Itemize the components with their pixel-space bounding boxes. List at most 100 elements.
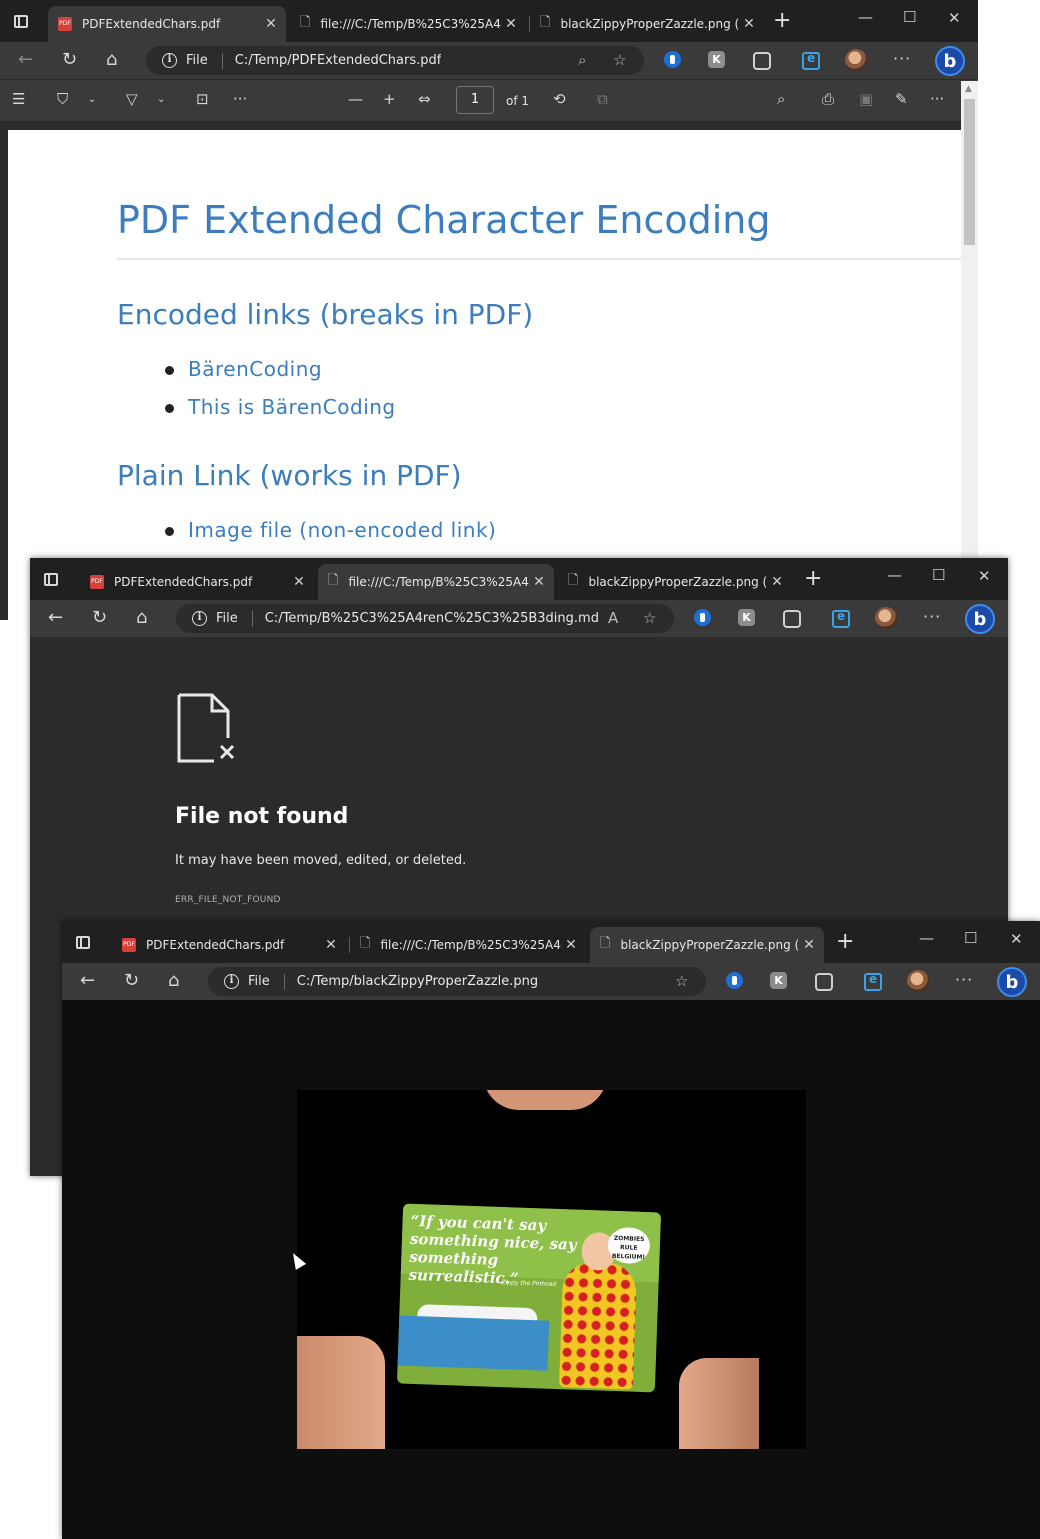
chevron-down-icon[interactable]: ⌄ <box>157 94 165 105</box>
refresh-icon[interactable]: ↻ <box>62 49 77 71</box>
tab-actions-icon[interactable] <box>14 15 28 28</box>
back-icon[interactable]: ← <box>18 49 33 71</box>
save-as-icon[interactable]: ✎ <box>895 90 908 108</box>
minimize-icon[interactable]: — <box>858 8 873 26</box>
close-icon[interactable]: ✕ <box>800 937 818 953</box>
tab-image[interactable]: 🗋 blackZippyProperZazzle.png (509 ✕ <box>558 564 792 600</box>
bing-icon[interactable]: b <box>997 967 1027 997</box>
home-icon[interactable]: ⌂ <box>168 970 179 992</box>
more-icon[interactable]: ··· <box>233 90 247 108</box>
tab-actions-icon[interactable] <box>44 573 58 586</box>
home-icon[interactable]: ⌂ <box>136 607 147 629</box>
password-manager-icon[interactable] <box>694 609 711 626</box>
close-window-icon[interactable]: ✕ <box>1010 930 1023 948</box>
refresh-icon[interactable]: ↻ <box>124 970 139 992</box>
close-icon[interactable]: ✕ <box>502 16 520 32</box>
tab-pdf[interactable]: PDF PDFExtendedChars.pdf ✕ <box>80 564 314 600</box>
extensions-icon[interactable] <box>753 52 771 70</box>
read-aloud-icon[interactable]: A <box>608 609 618 627</box>
extensions-icon[interactable] <box>815 973 833 991</box>
extension-k-icon[interactable]: K <box>738 609 755 626</box>
contents-icon[interactable]: ☰ <box>12 90 25 108</box>
text-icon[interactable]: ⊡ <box>196 90 209 108</box>
close-icon[interactable]: ✕ <box>290 574 308 590</box>
tab-pdf[interactable]: PDF PDFExtendedChars.pdf ✕ <box>48 6 286 42</box>
scroll-up-icon[interactable]: ▲ <box>965 84 972 94</box>
info-icon[interactable]: i <box>224 974 239 989</box>
minimize-icon[interactable]: — <box>919 929 934 947</box>
zoom-out-icon[interactable]: — <box>348 90 363 108</box>
close-icon[interactable]: ✕ <box>740 16 758 32</box>
tab-actions-icon[interactable] <box>76 936 90 949</box>
password-manager-icon[interactable] <box>726 972 743 989</box>
draw-icon[interactable]: ▽ <box>126 90 138 108</box>
bing-icon[interactable]: b <box>965 604 995 634</box>
maximize-icon[interactable]: ☐ <box>903 8 916 26</box>
close-window-icon[interactable]: ✕ <box>978 567 991 585</box>
favorites-add-icon[interactable]: ☆ <box>643 609 656 627</box>
url-text[interactable]: C:/Temp/PDFExtendedChars.pdf <box>235 53 442 68</box>
tab-pdf[interactable]: PDF PDFExtendedChars.pdf ✕ <box>112 927 346 963</box>
more-icon[interactable]: ··· <box>923 607 941 626</box>
new-tab-icon[interactable]: + <box>804 568 822 590</box>
page-number-input[interactable]: 1 <box>456 86 494 114</box>
search-icon[interactable]: ⌕ <box>777 90 785 108</box>
url-text[interactable]: C:/Temp/blackZippyProperZazzle.png <box>297 974 538 989</box>
link-barencoding[interactable]: BärenCoding <box>158 357 396 395</box>
tshirt-image[interactable]: “If you can't say something nice, say so… <box>297 1090 806 1449</box>
collections-icon[interactable] <box>802 51 820 70</box>
tab-missing-file[interactable]: 🗋 file:///C:/Temp/B%25C3%25A4ren ✕ <box>318 564 554 600</box>
password-manager-icon[interactable] <box>664 51 681 68</box>
tab-image[interactable]: 🗋 blackZippyProperZazzle.png (509 ✕ <box>530 6 764 42</box>
zoom-in-icon[interactable]: + <box>383 90 396 108</box>
tab-missing-file[interactable]: 🗋 file:///C:/Temp/B%25C3%25A4ren ✕ <box>290 6 526 42</box>
home-icon[interactable]: ⌂ <box>106 49 117 71</box>
back-icon[interactable]: ← <box>80 970 95 992</box>
refresh-icon[interactable]: ↻ <box>92 607 107 629</box>
extension-k-icon[interactable]: K <box>708 51 725 68</box>
bing-icon[interactable]: b <box>935 46 965 76</box>
profile-avatar[interactable] <box>845 49 867 71</box>
pdf-viewport[interactable]: PDF Extended Character Encoding Encoded … <box>0 121 961 620</box>
link-this-is-barencoding[interactable]: This is BärenCoding <box>158 395 396 433</box>
maximize-icon[interactable]: ☐ <box>964 929 977 947</box>
favorites-add-icon[interactable]: ☆ <box>675 972 688 990</box>
link-image-file[interactable]: Image file (non-encoded link) <box>158 518 496 556</box>
close-icon[interactable]: ✕ <box>322 937 340 953</box>
save-icon[interactable]: ▣ <box>859 90 873 108</box>
fit-page-icon[interactable]: ⇔ <box>418 90 431 108</box>
more-icon[interactable]: ··· <box>893 49 911 68</box>
close-icon[interactable]: ✕ <box>262 16 280 32</box>
chevron-down-icon[interactable]: ⌄ <box>88 94 96 105</box>
info-icon[interactable]: i <box>162 53 177 68</box>
scrollbar-thumb[interactable] <box>964 99 975 245</box>
new-tab-icon[interactable]: + <box>836 931 854 953</box>
highlight-icon[interactable]: ⛉ <box>57 90 68 108</box>
tab-image[interactable]: 🗋 blackZippyProperZazzle.png (509 ✕ <box>590 927 824 963</box>
address-bar[interactable]: i File C:/Temp/blackZippyProperZazzle.pn… <box>208 967 706 996</box>
back-icon[interactable]: ← <box>48 607 63 629</box>
close-icon[interactable]: ✕ <box>530 574 548 590</box>
favorites-add-icon[interactable]: ☆ <box>613 51 626 69</box>
new-tab-icon[interactable]: + <box>773 10 791 32</box>
info-icon[interactable]: i <box>192 611 207 626</box>
minimize-icon[interactable]: — <box>887 566 902 584</box>
collections-icon[interactable] <box>864 972 882 991</box>
url-text[interactable]: C:/Temp/B%25C3%25A4renC%25C3%25B3ding.md <box>265 611 599 626</box>
page-view-icon[interactable]: ⧉ <box>597 90 608 108</box>
address-bar[interactable]: i File C:/Temp/B%25C3%25A4renC%25C3%25B3… <box>176 604 674 633</box>
close-icon[interactable]: ✕ <box>562 937 580 953</box>
more-icon[interactable]: ··· <box>930 90 944 108</box>
more-icon[interactable]: ··· <box>955 970 973 989</box>
close-window-icon[interactable]: ✕ <box>948 9 961 27</box>
profile-avatar[interactable] <box>907 970 929 992</box>
tab-missing-file[interactable]: 🗋 file:///C:/Temp/B%25C3%25A4ren ✕ <box>350 927 586 963</box>
maximize-icon[interactable]: ☐ <box>932 566 945 584</box>
profile-avatar[interactable] <box>875 607 897 629</box>
rotate-icon[interactable]: ⟲ <box>553 90 566 108</box>
address-bar[interactable]: i File C:/Temp/PDFExtendedChars.pdf ⌕ ☆ <box>146 46 644 75</box>
extension-k-icon[interactable]: K <box>770 972 787 989</box>
print-icon[interactable]: ⎙ <box>822 90 834 108</box>
close-icon[interactable]: ✕ <box>768 574 786 590</box>
extensions-icon[interactable] <box>783 610 801 628</box>
